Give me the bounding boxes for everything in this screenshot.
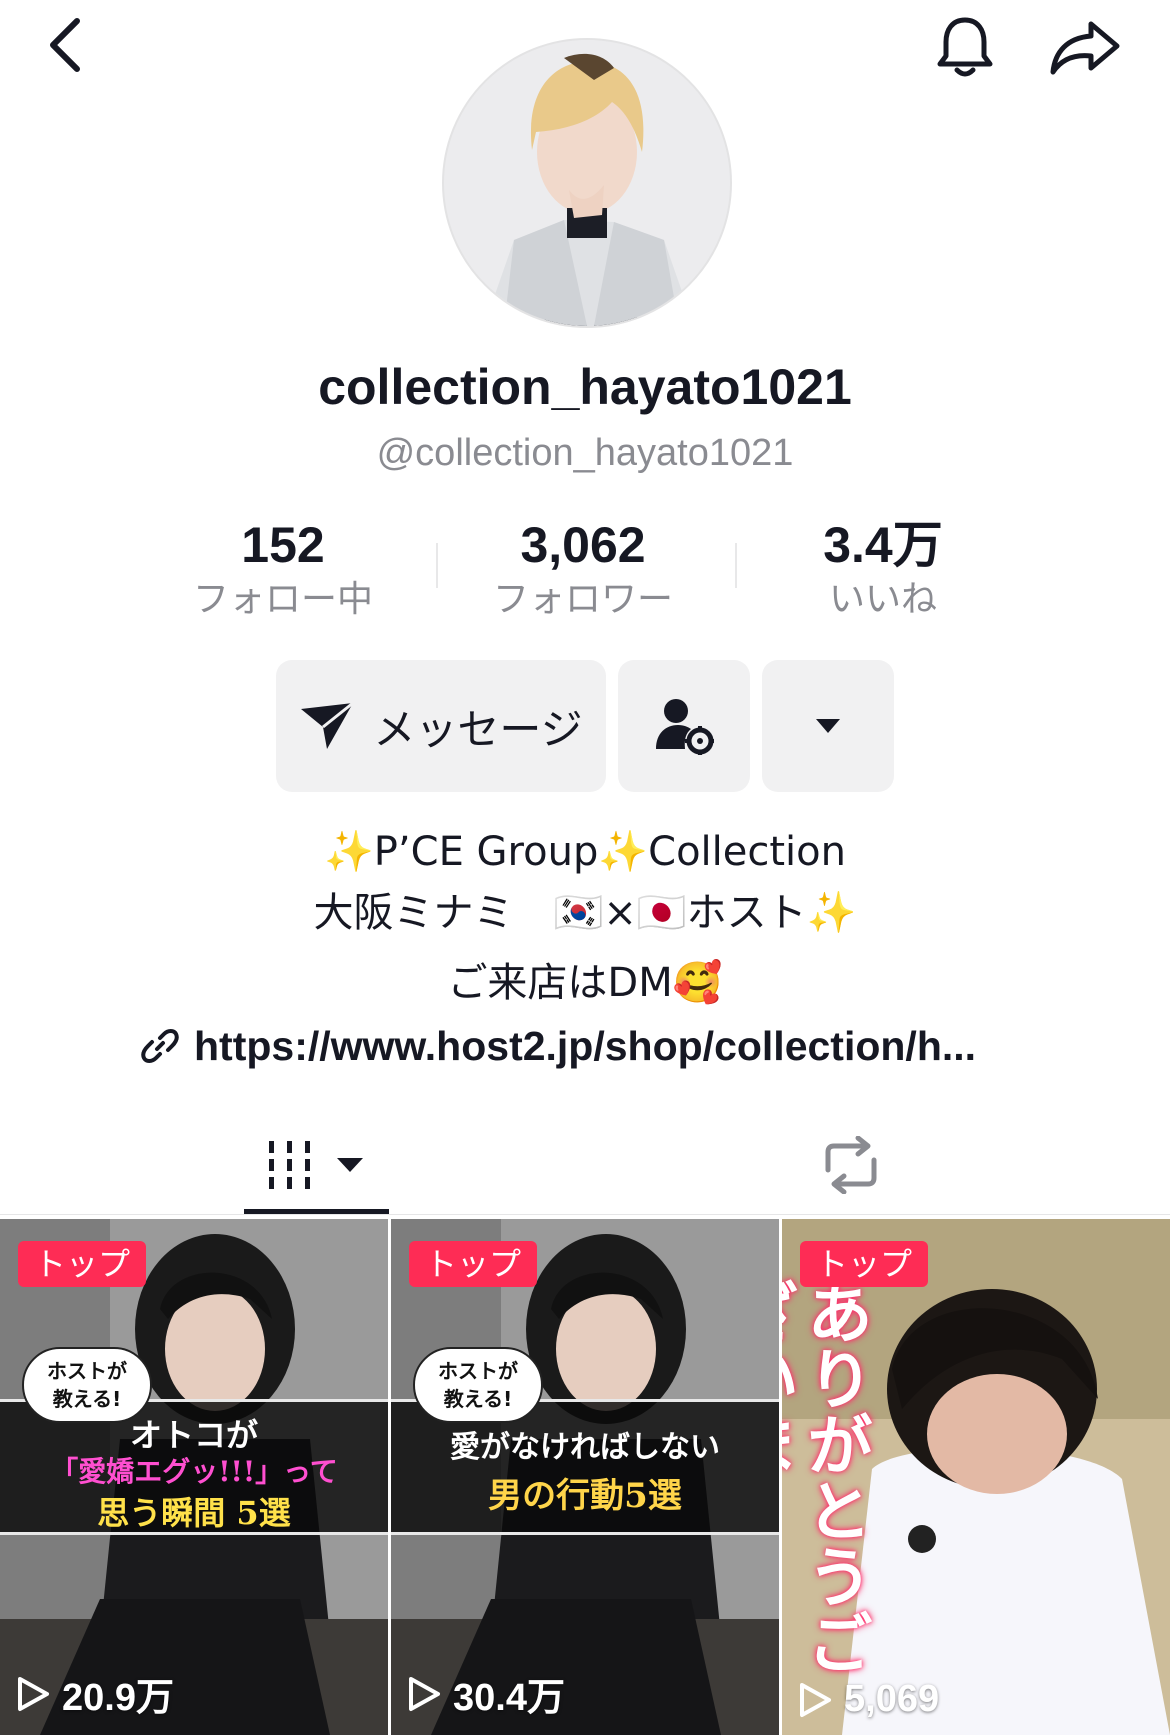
likes-stat[interactable]: 3.4万 いいね	[733, 515, 1033, 625]
bell-icon	[937, 17, 993, 77]
video-caption-line: 思う瞬間 5選	[97, 1494, 291, 1532]
more-options-button[interactable]	[762, 660, 894, 792]
following-stat[interactable]: 152 フォロー中	[133, 515, 433, 625]
share-button[interactable]	[1040, 8, 1130, 88]
pinned-badge: トップ	[18, 1241, 147, 1287]
followers-count: 3,062	[520, 517, 646, 573]
grid-icon	[269, 1141, 310, 1189]
profile-handle: @collection_hayato1021	[376, 432, 794, 474]
bio-link-url: https://www.host2.jp/shop/collection/h..…	[194, 1022, 977, 1069]
caret-down-icon	[816, 719, 840, 733]
bio-link[interactable]: https://www.host2.jp/shop/collection/h..…	[140, 1018, 1040, 1074]
share-arrow-icon	[1050, 21, 1120, 75]
following-label: フォロー中	[192, 579, 373, 620]
view-count: 30.4万	[407, 1666, 565, 1721]
profile-display-name: collection_hayato1021	[318, 359, 852, 415]
notification-button[interactable]	[925, 8, 1005, 88]
bio-line-2: 大阪ミナミ 🇰🇷×🇯🇵ホスト✨	[313, 890, 857, 936]
profile-avatar[interactable]	[442, 38, 732, 328]
video-caption-line: 男の行動5選	[488, 1476, 682, 1516]
follow-settings-button[interactable]	[618, 660, 750, 792]
video-caption-line: 「愛嬌エグッ!!!」って	[50, 1455, 338, 1488]
message-button[interactable]: メッセージ	[276, 660, 606, 792]
bio-line-3: ご来店はDM🥰	[447, 960, 723, 1006]
video-tile[interactable]: 愛がなければしない 男の行動5選 ホストが 教える! トップ 30.4万	[391, 1219, 779, 1735]
view-count-value: 5,069	[844, 1678, 940, 1720]
play-icon	[18, 1676, 49, 1711]
followers-label: フォロワー	[492, 579, 673, 620]
content-tabs	[0, 1115, 1170, 1215]
play-icon	[409, 1676, 440, 1711]
likes-count: 3.4万	[823, 517, 943, 573]
followers-stat[interactable]: 3,062 フォロワー	[433, 515, 733, 625]
repost-icon	[825, 1136, 877, 1194]
view-count-value: 30.4万	[453, 1677, 565, 1719]
tab-reposts[interactable]	[780, 1115, 922, 1215]
avatar-portrait	[444, 40, 730, 326]
pinned-badge: トップ	[409, 1241, 538, 1287]
speech-bubble: ホストが 教える!	[22, 1347, 152, 1423]
video-tile[interactable]: ありがとうございま トップ 5,069	[782, 1219, 1170, 1735]
tab-videos[interactable]	[245, 1115, 387, 1215]
pinned-badge: トップ	[800, 1241, 929, 1287]
message-button-label: メッセージ	[373, 704, 583, 754]
video-overlay-text: ありがとうございま	[782, 1279, 874, 1675]
video-grid: オトコが 「愛嬌エグッ!!!」って 思う瞬間 5選 ホストが 教える! トップ …	[0, 1219, 1170, 1735]
tab-divider	[0, 1214, 1170, 1215]
back-button[interactable]	[30, 10, 100, 80]
speech-bubble: ホストが 教える!	[413, 1347, 543, 1423]
link-icon	[141, 1029, 179, 1063]
view-count-value: 20.9万	[62, 1677, 174, 1719]
profile-stats: 152 フォロー中 3,062 フォロワー 3.4万 いいね	[0, 515, 1170, 625]
video-tile[interactable]: オトコが 「愛嬌エグッ!!!」って 思う瞬間 5選 ホストが 教える! トップ …	[0, 1219, 388, 1735]
following-count: 152	[241, 517, 325, 573]
send-icon	[301, 701, 355, 749]
video-caption-line: 愛がなければしない	[450, 1430, 720, 1465]
stat-divider	[436, 543, 438, 588]
view-count: 20.9万	[16, 1666, 174, 1721]
view-count: 5,069	[798, 1678, 939, 1721]
stat-divider	[735, 543, 737, 588]
user-gear-icon	[656, 699, 714, 755]
likes-label: いいね	[828, 579, 937, 620]
play-icon	[800, 1682, 831, 1717]
chevron-left-icon	[50, 18, 80, 72]
bio-line-1: ✨P’CE Group✨Collection	[324, 829, 846, 875]
caret-down-icon	[337, 1158, 363, 1172]
